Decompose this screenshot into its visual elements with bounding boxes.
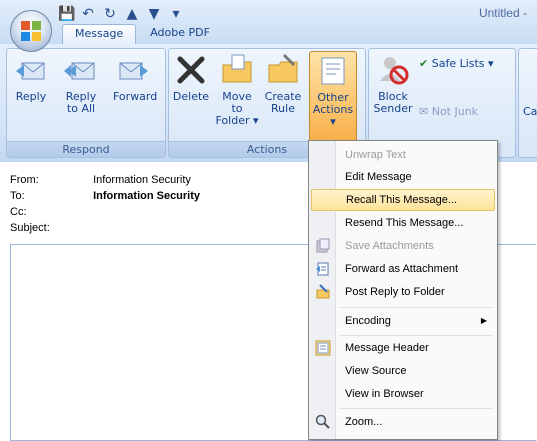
reply-button[interactable]: Reply xyxy=(11,53,51,139)
forward-button[interactable]: Forward xyxy=(113,53,157,139)
not-junk-button[interactable]: ✉ Not Junk xyxy=(419,105,478,118)
submenu-arrow-icon: ▶ xyxy=(480,316,487,325)
title-bar: 💾 ↶ ↻ ▲ ▼ ▾ Untitled - Message Adobe PDF xyxy=(0,0,537,45)
from-value[interactable]: Information Security xyxy=(93,174,191,186)
tab-adobe-pdf[interactable]: Adobe PDF xyxy=(138,24,222,44)
quick-access-toolbar: 💾 ↶ ↻ ▲ ▼ ▾ xyxy=(58,4,184,24)
other-actions-menu: Unwrap Text Edit Message Recall This Mes… xyxy=(308,140,498,440)
post-reply-icon xyxy=(316,284,330,299)
office-logo-icon xyxy=(21,21,41,41)
menu-item-edit-message[interactable]: Edit Message xyxy=(311,166,495,188)
menu-item-zoom[interactable]: Zoom... xyxy=(311,411,495,433)
to-row: To: Information Security xyxy=(10,190,200,202)
menu-item-post-reply-to-folder[interactable]: Post Reply to Folder xyxy=(311,281,495,303)
customize-qat-icon[interactable]: ▾ xyxy=(168,6,184,22)
forward-attachment-icon xyxy=(316,262,329,276)
subject-label: Subject: xyxy=(10,222,50,234)
menu-item-forward-as-attachment[interactable]: Forward as Attachment xyxy=(311,258,495,280)
reply-all-button[interactable]: Reply to All xyxy=(61,53,101,139)
down-arrow-icon[interactable]: ▼ xyxy=(146,6,162,22)
save-attachments-icon xyxy=(316,238,330,253)
from-label: From: xyxy=(10,174,39,186)
reply-all-icon xyxy=(64,62,95,80)
reply-icon xyxy=(16,62,45,80)
from-row: From: Information Security xyxy=(10,174,191,186)
menu-item-message-header[interactable]: Message Header xyxy=(311,337,495,359)
respond-group: Reply Reply to All Forward Respond xyxy=(6,48,166,158)
tab-message[interactable]: Message xyxy=(62,24,137,45)
undo-icon[interactable]: ↶ xyxy=(80,6,96,22)
to-label: To: xyxy=(10,190,25,202)
redo-icon[interactable]: ↻ xyxy=(102,6,118,22)
safe-lists-icon: ✔ xyxy=(419,57,429,70)
categorize-button[interactable]: Cat xyxy=(523,105,537,118)
menu-item-save-attachments[interactable]: Save Attachments xyxy=(311,235,495,257)
window-title: Untitled - xyxy=(478,6,527,20)
menu-item-resend-message[interactable]: Resend This Message... xyxy=(311,212,495,234)
menu-separator xyxy=(339,307,493,308)
options-group: Cat xyxy=(518,48,537,158)
move-to-folder-button[interactable]: Move to Folder ▾ xyxy=(215,53,259,139)
cc-label: Cc: xyxy=(10,206,27,218)
ribbon-tabs: Message Adobe PDF xyxy=(62,24,222,45)
menu-item-recall-message[interactable]: Recall This Message... xyxy=(311,189,495,211)
menu-item-view-in-browser[interactable]: View in Browser xyxy=(311,383,495,405)
delete-button[interactable]: Delete xyxy=(171,53,211,139)
not-junk-icon: ✉ xyxy=(419,105,429,118)
up-arrow-icon[interactable]: ▲ xyxy=(124,6,140,22)
delete-x-icon xyxy=(177,56,205,84)
menu-item-view-source[interactable]: View Source xyxy=(311,360,495,382)
outlook-message-window: 💾 ↶ ↻ ▲ ▼ ▾ Untitled - Message Adobe PDF xyxy=(0,0,537,441)
subject-row: Subject: xyxy=(10,222,90,234)
menu-separator xyxy=(339,335,493,336)
cc-row: Cc: xyxy=(10,206,90,218)
to-value[interactable]: Information Security xyxy=(93,190,200,202)
other-actions-button[interactable]: Other Actions ▾ xyxy=(309,51,357,143)
folder-move-icon xyxy=(222,54,252,83)
block-sender-icon xyxy=(380,57,409,85)
create-rule-icon xyxy=(268,53,298,83)
menu-item-encoding[interactable]: Encoding ▶ xyxy=(311,310,495,332)
create-rule-button[interactable]: Create Rule xyxy=(263,53,303,139)
zoom-magnifier-icon xyxy=(315,414,330,429)
other-actions-icon xyxy=(321,57,345,85)
forward-icon xyxy=(119,62,148,80)
message-header-icon xyxy=(315,340,331,356)
respond-group-label: Respond xyxy=(7,141,165,157)
menu-item-unwrap-text[interactable]: Unwrap Text xyxy=(311,144,495,166)
menu-separator xyxy=(339,408,493,409)
block-sender-button[interactable]: Block Sender xyxy=(373,53,413,139)
safe-lists-button[interactable]: ✔ Safe Lists ▾ xyxy=(419,57,494,70)
save-icon[interactable]: 💾 xyxy=(58,6,75,22)
office-button[interactable] xyxy=(10,10,52,52)
